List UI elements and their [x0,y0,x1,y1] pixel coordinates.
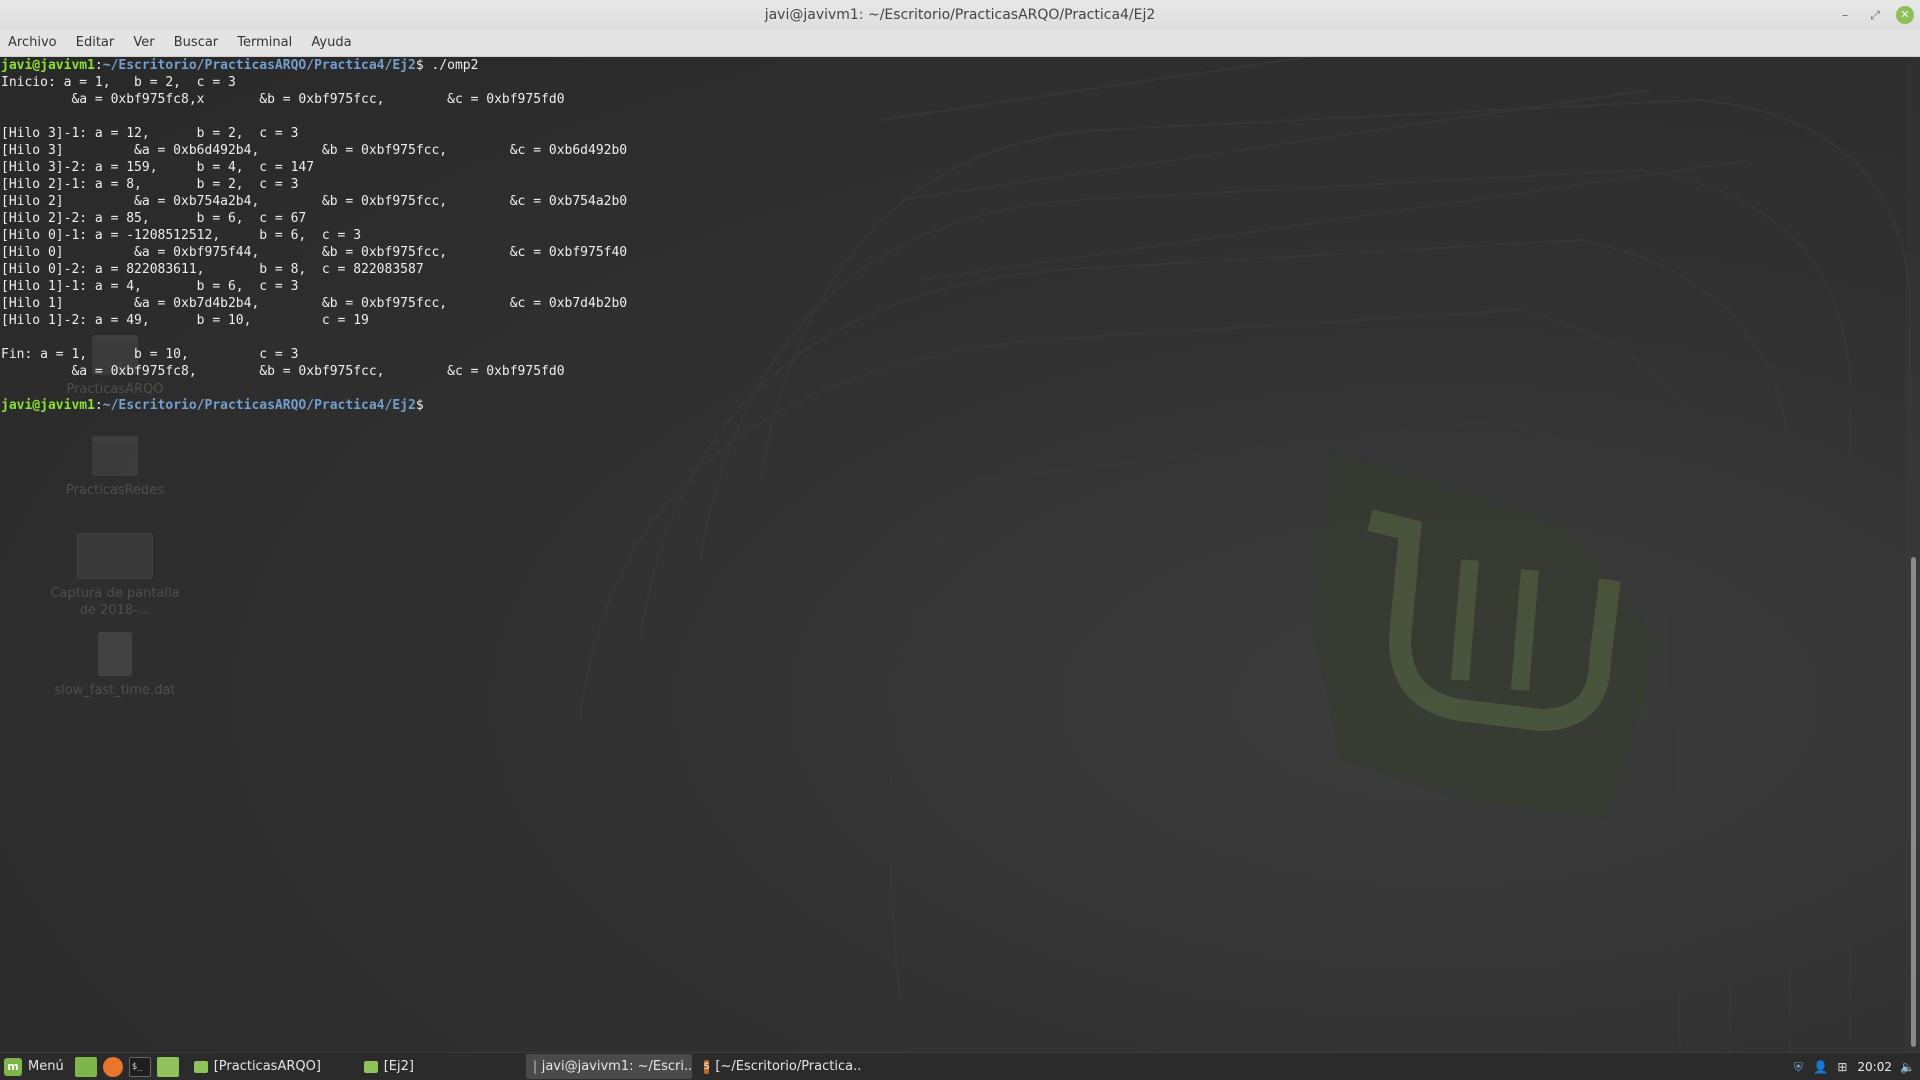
terminal-line: Fin: a = 1, b = 10, c = 3 [1,347,299,362]
window-controls: – ⤢ ✕ [1836,0,1914,30]
clock[interactable]: 20:02 [1857,1060,1892,1074]
menu-terminal[interactable]: Terminal [230,30,299,56]
terminal-line: [Hilo 0]-2: a = 822083611, b = 8, c = 82… [1,262,424,277]
terminal-icon [533,1059,536,1074]
terminal-line: [Hilo 0] &a = 0xbf975f44, &b = 0xbf975fc… [1,245,628,260]
terminal-icon[interactable]: $_ [128,1056,151,1077]
firefox-icon[interactable] [102,1056,123,1077]
menu-ver[interactable]: Ver [126,30,161,56]
terminal-line: [Hilo 1]-2: a = 49, b = 10, c = 19 [1,313,369,328]
prompt-user: javi@javivm1 [1,398,95,413]
network-icon[interactable]: ⊞ [1835,1060,1849,1074]
prompt-colon: : [94,58,103,73]
prompt-colon: : [94,398,103,413]
prompt-path: ~/Escritorio/PracticasARQO/Practica4/Ej2 [102,58,416,73]
prompt-user: javi@javivm1 [1,58,95,73]
terminal-line: [Hilo 2] &a = 0xb754a2b4, &b = 0xbf975fc… [1,194,628,209]
shield-icon[interactable]: ⛨ [1791,1060,1805,1074]
prompt-dollar: $ [415,58,424,73]
sublime-icon: S [703,1059,710,1074]
task-terminal[interactable]: javi@javivm1: ~/Escri... [525,1054,692,1079]
user-icon[interactable]: 👤 [1813,1060,1828,1074]
menu-ayuda[interactable]: Ayuda [304,30,358,56]
task-label: [PracticasARQO] [213,1059,321,1074]
window-title: javi@javivm1: ~/Escritorio/PracticasARQO… [764,7,1156,23]
maximize-button[interactable]: ⤢ [1866,6,1884,24]
mint-logo-icon: m [4,1057,22,1076]
menu-editar[interactable]: Editar [69,30,122,56]
menu-button[interactable]: m Menú [0,1053,72,1080]
menu-buscar[interactable]: Buscar [167,30,225,56]
terminal-output[interactable]: javi@javivm1:~/Escritorio/PracticasARQO/… [0,57,1905,1053]
scrollbar-thumb[interactable] [1911,557,1916,1047]
terminal-line: [Hilo 2]-1: a = 8, b = 2, c = 3 [1,177,299,192]
folder-icon [363,1060,378,1073]
terminal-line: &a = 0xbf975fc8,x &b = 0xbf975fcc, &c = … [1,92,565,107]
terminal-line: [Hilo 3] &a = 0xb6d492b4, &b = 0xbf975fc… [1,143,628,158]
folder-icon [193,1060,208,1073]
terminal-line: &a = 0xbf975fc8, &b = 0xbf975fcc, &c = 0… [1,364,565,379]
command-text: ./omp2 [423,58,479,73]
terminal-line: [Hilo 1] &a = 0xb7d4b2b4, &b = 0xbf975fc… [1,296,628,311]
menu-label: Menú [28,1059,64,1074]
minimize-button[interactable]: – [1836,6,1854,24]
task-label: [Ej2] [383,1059,414,1074]
prompt-path: ~/Escritorio/PracticasARQO/Practica4/Ej2 [102,398,416,413]
files-icon[interactable] [156,1056,179,1077]
system-tray: ⛨ 👤 ⊞ 20:02 🔈 [1791,1060,1920,1074]
terminal-line: [Hilo 2]-2: a = 85, b = 6, c = 67 [1,211,307,226]
task-practicasarqo[interactable]: [PracticasARQO] [186,1054,352,1079]
terminal-line: [Hilo 3]-1: a = 12, b = 2, c = 3 [1,126,299,141]
terminal-line: [Hilo 3]-2: a = 159, b = 4, c = 147 [1,160,315,175]
task-label: javi@javivm1: ~/Escri... [541,1059,692,1074]
close-button[interactable]: ✕ [1896,6,1914,24]
menubar: Archivo Editar Ver Buscar Terminal Ayuda [0,30,1920,57]
terminal-line: [Hilo 0]-1: a = -1208512512, b = 6, c = … [1,228,362,243]
task-sublime[interactable]: S [~/Escritorio/Practica... [696,1054,862,1079]
show-desktop-icon[interactable] [74,1056,97,1077]
terminal-command-line: javi@javivm1:~/Escritorio/PracticasARQO/… [0,57,1905,74]
terminal-scrollbar[interactable] [1905,57,1920,1053]
task-label: [~/Escritorio/Practica... [715,1059,862,1074]
task-ej2[interactable]: [Ej2] [356,1054,522,1079]
menu-archivo[interactable]: Archivo [1,30,64,56]
terminal-line: Inicio: a = 1, b = 2, c = 3 [1,75,236,90]
terminal-lines: Inicio: a = 1, b = 2, c = 3 &a = 0xbf975… [0,74,1905,397]
prompt-dollar: $ [415,398,424,413]
volume-icon[interactable]: 🔈 [1900,1060,1915,1074]
terminal-line: [Hilo 1]-1: a = 4, b = 6, c = 3 [1,279,299,294]
window-titlebar[interactable]: javi@javivm1: ~/Escritorio/PracticasARQO… [0,0,1920,30]
terminal-prompt-line: javi@javivm1:~/Escritorio/PracticasARQO/… [0,397,1905,414]
taskbar: m Menú $_ [PracticasARQO] [Ej2] javi@jav… [0,1052,1920,1080]
